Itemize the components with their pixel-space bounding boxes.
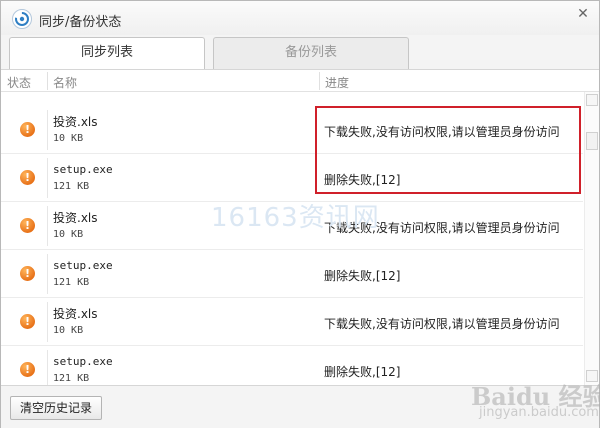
file-status: 删除失败,[12]	[324, 269, 401, 283]
warning-icon: !	[20, 314, 35, 329]
file-size: 10 KB	[53, 325, 84, 336]
column-divider	[47, 350, 48, 385]
file-size: 121 KB	[53, 181, 90, 192]
column-divider	[47, 72, 48, 90]
column-divider	[47, 206, 48, 246]
column-header-status[interactable]: 状态	[7, 74, 31, 91]
vertical-scrollbar[interactable]	[584, 92, 599, 385]
column-header-progress[interactable]: 进度	[325, 74, 349, 91]
window-title: 同步/备份状态	[39, 15, 122, 30]
file-name: 投资.xls	[53, 211, 98, 225]
footer-bar: 清空历史记录	[1, 385, 599, 428]
scroll-down-button[interactable]	[586, 370, 598, 382]
scroll-thumb[interactable]	[586, 132, 598, 150]
list-item[interactable]: ! 投资.xls 10 KB 下载失败,没有访问权限,请以管理员身份访问	[1, 298, 583, 346]
column-divider	[47, 254, 48, 294]
file-name: setup.exe	[53, 355, 113, 368]
file-name: 投资.xls	[53, 307, 98, 321]
list-item[interactable]: ! setup.exe 121 KB 删除失败,[12]	[1, 154, 583, 202]
sync-list-panel: 状态 名称 进度 ! 投资.xls 10 KB 下载失败,没有访问权限,请以管理…	[1, 69, 599, 385]
tab-bar: 同步列表 备份列表	[1, 35, 599, 69]
list-item[interactable]: ! setup.exe 121 KB 删除失败,[12]	[1, 250, 583, 298]
column-divider	[47, 302, 48, 342]
column-header-name[interactable]: 名称	[53, 74, 77, 91]
column-divider	[319, 72, 320, 90]
file-size: 121 KB	[53, 373, 90, 384]
file-status: 下载失败,没有访问权限,请以管理员身份访问	[324, 317, 560, 331]
column-divider	[47, 110, 48, 150]
warning-icon: !	[20, 218, 35, 233]
file-size: 121 KB	[53, 277, 90, 288]
file-name: setup.exe	[53, 163, 113, 176]
close-icon[interactable]: ✕	[573, 5, 593, 23]
file-size: 10 KB	[53, 133, 84, 144]
file-size: 10 KB	[53, 229, 84, 240]
column-divider	[47, 158, 48, 198]
warning-icon: !	[20, 266, 35, 281]
title-bar: 同步/备份状态 ✕	[1, 1, 599, 35]
file-name: 投资.xls	[53, 115, 98, 129]
warning-icon: !	[20, 362, 35, 377]
clear-history-button[interactable]: 清空历史记录	[10, 396, 102, 420]
list-item[interactable]: ! 投资.xls 10 KB 下载失败,没有访问权限,请以管理员身份访问	[1, 106, 583, 154]
file-status: 下载失败,没有访问权限,请以管理员身份访问	[324, 221, 560, 235]
list-header: 状态 名称 进度	[1, 70, 599, 92]
warning-icon: !	[20, 170, 35, 185]
scroll-up-button[interactable]	[586, 94, 598, 106]
file-status: 下载失败,没有访问权限,请以管理员身份访问	[324, 125, 560, 139]
sync-backup-status-window: 同步/备份状态 ✕ 同步列表 备份列表 状态 名称 进度 ! 投资.xls 10…	[0, 0, 600, 428]
cloud-sync-icon	[12, 9, 32, 29]
file-status: 删除失败,[12]	[324, 365, 401, 379]
file-name: setup.exe	[53, 259, 113, 272]
tab-sync-list[interactable]: 同步列表	[9, 37, 205, 69]
warning-icon: !	[20, 122, 35, 137]
tab-backup-list[interactable]: 备份列表	[213, 37, 409, 69]
list-item[interactable]: ! 投资.xls 10 KB 下载失败,没有访问权限,请以管理员身份访问	[1, 202, 583, 250]
file-status: 删除失败,[12]	[324, 173, 401, 187]
list-item[interactable]: ! setup.exe 121 KB 删除失败,[12]	[1, 346, 583, 385]
